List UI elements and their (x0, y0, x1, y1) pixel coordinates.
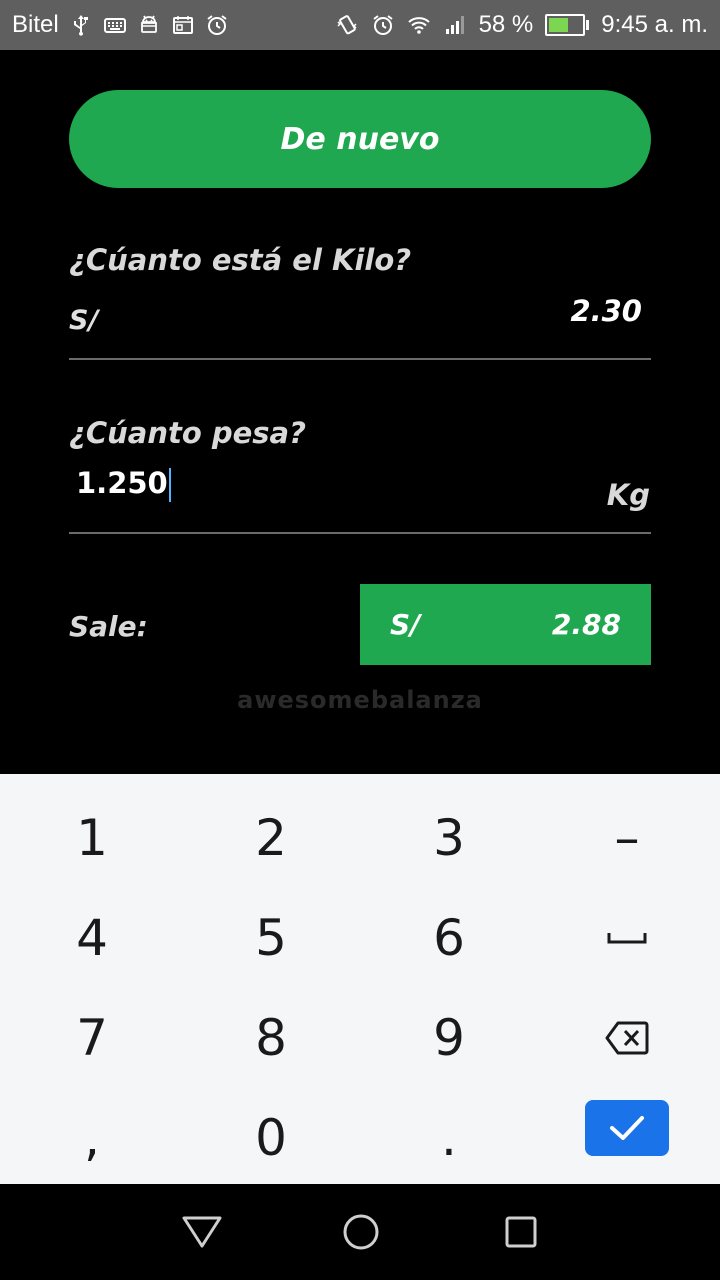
back-button[interactable] (152, 1184, 252, 1280)
battery-icon (545, 14, 590, 36)
status-bar: Bitel 58 % 9:45 a. m. (0, 0, 720, 50)
vibrate-icon (335, 13, 359, 37)
price-prefix: S/ (69, 305, 99, 336)
backspace-icon (605, 1021, 649, 1055)
weight-input[interactable]: 1.250 (76, 466, 171, 502)
result-currency: S/ (390, 608, 421, 641)
key-7[interactable]: 7 (2, 988, 182, 1088)
space-icon (607, 933, 647, 944)
key-6[interactable]: 6 (359, 888, 539, 988)
key-5[interactable]: 5 (181, 888, 361, 988)
alarm-icon (371, 13, 395, 37)
key-1[interactable]: 1 (2, 788, 182, 888)
again-button[interactable]: De nuevo (69, 90, 651, 188)
text-cursor (168, 468, 171, 502)
key-0[interactable]: 0 (181, 1088, 361, 1188)
calendar-icon (171, 13, 195, 37)
key-2[interactable]: 2 (181, 788, 361, 888)
back-icon (182, 1216, 222, 1248)
key-space[interactable] (537, 888, 717, 988)
check-icon (610, 1116, 644, 1140)
brand-label: awesomebalanza (237, 686, 483, 714)
key-4[interactable]: 4 (2, 888, 182, 988)
home-icon (343, 1214, 379, 1250)
keyboard-icon (103, 13, 127, 37)
carrier-name: Bitel (12, 11, 59, 38)
weight-unit: Kg (606, 478, 650, 512)
price-field-underline (69, 358, 651, 360)
signal-icon (443, 13, 467, 37)
key-period[interactable]: . (359, 1088, 539, 1188)
weight-question: ¿Cúanto pesa? (69, 416, 306, 450)
key-9[interactable]: 9 (359, 988, 539, 1088)
alarm-icon (205, 13, 229, 37)
result-value: 2.88 (551, 608, 621, 641)
weight-field-underline (69, 532, 651, 534)
key-backspace[interactable] (537, 988, 717, 1088)
price-input[interactable]: 2.30 (570, 294, 642, 328)
battery-percent: 58 % (478, 11, 534, 38)
recents-button[interactable] (471, 1184, 571, 1280)
key-8[interactable]: 8 (181, 988, 361, 1088)
clock: 9:45 a. m. (601, 11, 708, 38)
result-box: S/ 2.88 (360, 584, 651, 665)
android-icon (137, 13, 161, 37)
usb-icon (69, 13, 93, 37)
app-content: De nuevo ¿Cúanto está el Kilo? S/ 2.30 ¿… (0, 50, 720, 774)
recents-icon (505, 1216, 537, 1248)
price-question: ¿Cúanto está el Kilo? (69, 243, 412, 277)
key-3[interactable]: 3 (359, 788, 539, 888)
home-button[interactable] (311, 1184, 411, 1280)
key-done[interactable] (585, 1100, 669, 1156)
wifi-icon (407, 13, 431, 37)
key-minus[interactable]: – (537, 788, 717, 888)
numeric-keyboard: 1 2 3 – 4 5 6 7 8 9 , 0 . (0, 774, 720, 1184)
result-label: Sale: (69, 610, 148, 643)
weight-value: 1.250 (76, 466, 168, 500)
key-comma[interactable]: , (2, 1088, 182, 1188)
